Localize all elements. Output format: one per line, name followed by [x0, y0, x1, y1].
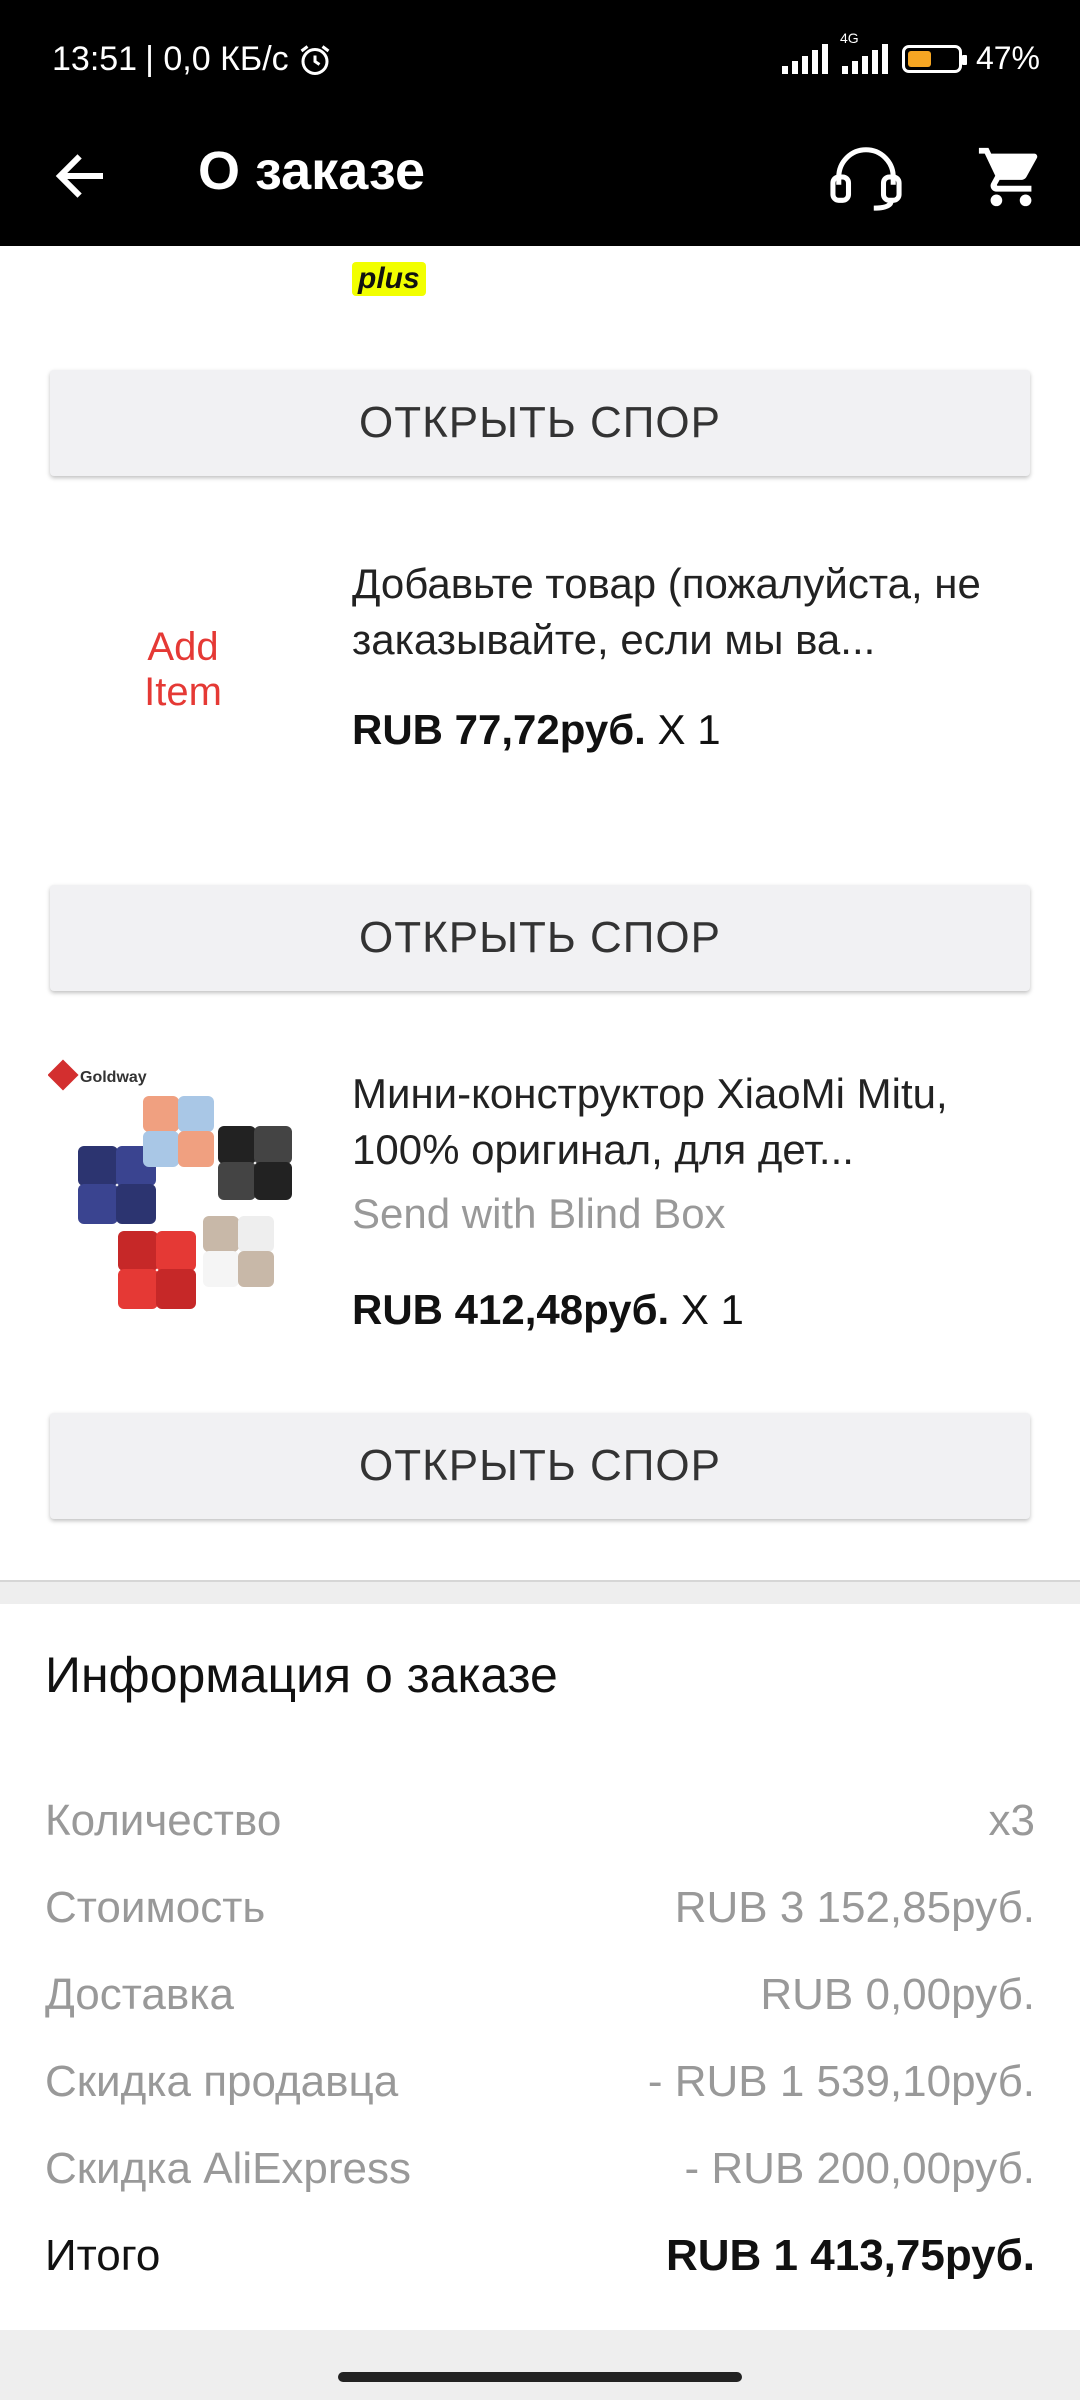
status-time: 13:51: [52, 40, 138, 78]
back-arrow-icon[interactable]: [50, 146, 110, 206]
signal-4g-icon: 4G: [840, 30, 888, 74]
app-bar: О заказе: [0, 120, 1080, 246]
info-value: x3: [988, 1796, 1035, 1845]
product-image[interactable]: Add Item: [48, 550, 318, 820]
info-label: Количество: [45, 1796, 282, 1845]
open-dispute-button[interactable]: ОТКРЫТЬ СПОР: [50, 885, 1030, 991]
status-left: 13:51 | 0,0 КБ/с: [52, 40, 333, 79]
info-value: - RUB 1 539,10руб.: [647, 2057, 1035, 2106]
info-label: Скидка продавца: [45, 2057, 399, 2106]
plus-badge: plus: [352, 262, 426, 296]
section-divider: [0, 1580, 1080, 1604]
home-indicator[interactable]: [338, 2372, 742, 2382]
product-price: RUB 77,72руб.: [352, 706, 646, 753]
product-name[interactable]: Мини-конструктор XiaoMi Mitu, 100% ориги…: [352, 1066, 1042, 1178]
total-value: RUB 1 413,75руб.: [666, 2231, 1035, 2280]
battery-percent: 47%: [975, 40, 1040, 76]
info-row-aliexpress-discount: Скидка AliExpress - RUB 200,00руб.: [45, 2144, 1035, 2194]
signal-icon: [781, 43, 828, 74]
product-price-row: RUB 412,48руб. X 1: [352, 1286, 744, 1334]
add-item-text-1: Add: [147, 625, 218, 669]
product-image[interactable]: Goldway: [47, 1056, 318, 1326]
network-type: 4G: [839, 29, 859, 46]
cart-icon[interactable]: [976, 142, 1046, 212]
open-dispute-button[interactable]: ОТКРЫТЬ СПОР: [50, 370, 1030, 476]
product-qty: X 1: [680, 1286, 744, 1333]
status-speed: | 0,0 КБ/с: [145, 40, 289, 78]
status-bar: 13:51 | 0,0 КБ/с 4G 47%: [0, 0, 1080, 120]
product-qty: X 1: [657, 706, 721, 753]
bottom-band: [0, 2330, 1080, 2400]
battery-icon: [901, 44, 967, 73]
status-right: 4G 47%: [781, 30, 1040, 77]
product-name[interactable]: Добавьте товар (пожалуйста, не заказывай…: [352, 556, 1042, 668]
product-price: RUB 412,48руб.: [352, 1286, 670, 1333]
info-row-seller-discount: Скидка продавца - RUB 1 539,10руб.: [45, 2057, 1035, 2107]
info-row-cost: Стоимость RUB 3 152,85руб.: [45, 1883, 1035, 1933]
info-row-shipping: Доставка RUB 0,00руб.: [45, 1970, 1035, 2020]
info-value: - RUB 200,00руб.: [684, 2144, 1035, 2193]
product-price-row: RUB 77,72руб. X 1: [352, 706, 721, 754]
page-title: О заказе: [198, 141, 426, 201]
info-label: Доставка: [45, 1970, 234, 2019]
info-label: Стоимость: [45, 1883, 266, 1932]
product-variant: Send with Blind Box: [352, 1190, 726, 1237]
info-label: Скидка AliExpress: [45, 2144, 412, 2193]
info-value: RUB 0,00руб.: [760, 1970, 1035, 2019]
add-item-text-2: Item: [144, 670, 222, 714]
brand-label: Goldway: [80, 1069, 147, 1086]
open-dispute-button[interactable]: ОТКРЫТЬ СПОР: [50, 1413, 1030, 1519]
info-row-quantity: Количество x3: [45, 1796, 1035, 1846]
order-info-title: Информация о заказе: [45, 1647, 558, 1703]
info-value: RUB 3 152,85руб.: [674, 1883, 1035, 1932]
headset-icon[interactable]: [826, 142, 906, 212]
alarm-icon: [300, 44, 330, 75]
total-label: Итого: [45, 2231, 161, 2280]
info-row-total: Итого RUB 1 413,75руб.: [45, 2231, 1035, 2281]
battery-fill: [907, 50, 931, 67]
